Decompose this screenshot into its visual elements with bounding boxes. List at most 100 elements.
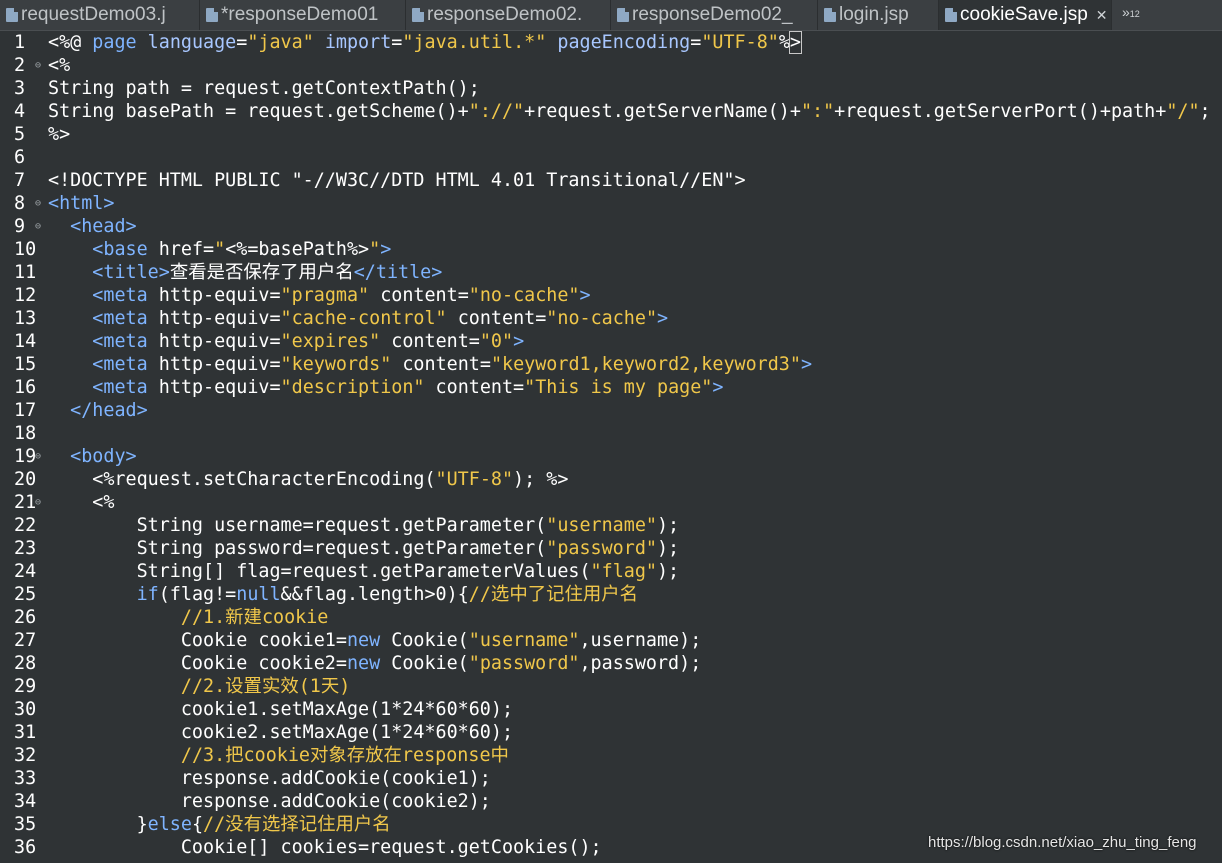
code-token: http-equiv= — [147, 377, 281, 398]
code-token: "keyword1,keyword2,keyword3" — [490, 354, 801, 375]
code-line[interactable]: 9 ⊖ <head> — [0, 215, 1222, 238]
tab-label: requestDemo03.j — [21, 4, 166, 25]
code-token: ,username); — [579, 630, 702, 651]
code-text: Cookie[] cookies=request.getCookies(); — [48, 836, 602, 859]
code-token: "password" — [468, 653, 580, 674]
code-line[interactable]: 1 <%@ page language="java" import="java.u… — [0, 31, 1222, 54]
line-number: 22 — [14, 515, 37, 536]
tab-cookiesave[interactable]: cookieSave.jsp ✕ — [939, 0, 1112, 30]
code-token: > — [513, 331, 525, 352]
line-number: 16 — [14, 377, 37, 398]
code-token: "java" — [247, 32, 314, 53]
code-line[interactable]: 5 %> — [0, 123, 1222, 146]
code-token: "cache-control" — [280, 308, 447, 329]
tab-requestdemo03[interactable]: requestDemo03.j — [0, 0, 200, 30]
code-line[interactable]: 29 //2.设置实效(1天) — [0, 675, 1222, 698]
code-line[interactable]: 31 cookie2.setMaxAge(1*24*60*60); — [0, 721, 1222, 744]
code-text: String[] flag=request.getParameterValues… — [48, 560, 680, 583]
code-token: = — [236, 32, 248, 53]
code-line[interactable]: 10 <base href="<%=basePath%>"> — [0, 238, 1222, 261]
code-token: { — [191, 814, 204, 835]
code-line[interactable]: 23 String password=request.getParameter(… — [0, 537, 1222, 560]
close-icon[interactable]: ✕ — [1096, 7, 1108, 23]
tab-responsedemo02-underscore[interactable]: responseDemo02_ — [611, 0, 818, 30]
code-text: cookie1.setMaxAge(1*24*60*60); — [48, 698, 513, 721]
code-line[interactable]: 4 String basePath = request.getScheme()+"… — [0, 100, 1222, 123]
code-line[interactable]: 21 ⊖ <% — [0, 491, 1222, 514]
code-token: "/" — [1166, 101, 1200, 122]
line-number: 25 — [14, 584, 37, 605]
code-line[interactable]: 6 — [0, 146, 1222, 169]
code-editor[interactable]: 1 <%@ page language="java" import="java.u… — [0, 31, 1222, 863]
code-token: "username" — [546, 515, 657, 536]
line-number: 1 — [14, 32, 26, 53]
code-line[interactable]: 19 ⊖ <body> — [0, 445, 1222, 468]
code-line[interactable]: 22 String username=request.getParameter(… — [0, 514, 1222, 537]
hidden-tab-count: 12 — [1129, 9, 1140, 19]
code-line[interactable]: 17 </head> — [0, 399, 1222, 422]
code-token: "This is my page" — [524, 377, 713, 398]
code-line[interactable]: 14 <meta http-equiv="expires" content="0… — [0, 330, 1222, 353]
code-token: //1.新建cookie — [180, 607, 329, 628]
fold-toggle-icon[interactable]: ⊖ — [35, 215, 41, 238]
code-line[interactable]: 30 cookie1.setMaxAge(1*24*60*60); — [0, 698, 1222, 721]
code-line[interactable]: 20 <%request.setCharacterEncoding("UTF-8… — [0, 468, 1222, 491]
code-token: Cookie cookie1= — [48, 630, 347, 651]
code-line[interactable]: 7 <!DOCTYPE HTML PUBLIC "-//W3C//DTD HTML… — [0, 169, 1222, 192]
code-text: <!DOCTYPE HTML PUBLIC "-//W3C//DTD HTML … — [48, 169, 746, 192]
line-number: 26 — [14, 607, 37, 628]
editor-tab-bar: requestDemo03.j *responseDemo01 response… — [0, 0, 1222, 31]
code-line[interactable]: 27 Cookie cookie1=new Cookie("username",… — [0, 629, 1222, 652]
code-line[interactable]: 3 String path = request.getContextPath(); — [0, 77, 1222, 100]
line-number: 3 — [14, 78, 26, 99]
tab-responsedemo01[interactable]: *responseDemo01 — [200, 0, 406, 30]
code-token: content= — [369, 285, 469, 306]
code-line[interactable]: 24 String[] flag=request.getParameterVal… — [0, 560, 1222, 583]
fold-toggle-icon[interactable]: ⊖ — [35, 491, 41, 514]
code-line[interactable]: 18 — [0, 422, 1222, 445]
code-text: Cookie cookie2=new Cookie("password",pas… — [48, 652, 701, 675]
code-line[interactable]: 12 <meta http-equiv="pragma" content="no… — [0, 284, 1222, 307]
code-line[interactable]: 16 <meta http-equiv="description" conten… — [0, 376, 1222, 399]
code-line[interactable]: 26 //1.新建cookie — [0, 606, 1222, 629]
code-token: &&flag.length>0){ — [280, 584, 469, 605]
line-number: 11 — [14, 262, 37, 283]
code-line[interactable]: 33 response.addCookie(cookie1); — [0, 767, 1222, 790]
code-line[interactable]: 25 if(flag!=null&&flag.length>0){//选中了记住… — [0, 583, 1222, 606]
tab-responsedemo02[interactable]: responseDemo02. — [406, 0, 611, 30]
tab-login[interactable]: login.jsp — [818, 0, 939, 30]
code-token: null — [236, 584, 281, 605]
code-token: " — [369, 239, 381, 260]
code-line[interactable]: 8 ⊖ <html> — [0, 192, 1222, 215]
code-line[interactable]: 13 <meta http-equiv="cache-control" cont… — [0, 307, 1222, 330]
code-line[interactable]: 15 <meta http-equiv="keywords" content="… — [0, 353, 1222, 376]
code-line[interactable]: 32 //3.把cookie对象存放在response中 — [0, 744, 1222, 767]
code-line[interactable]: 2 ⊖ <% — [0, 54, 1222, 77]
code-token: ; — [1199, 101, 1211, 122]
code-token: //选中了记住用户名 — [468, 584, 639, 605]
code-token: //2.设置实效(1天) — [180, 676, 351, 697]
code-line[interactable]: 28 Cookie cookie2=new Cookie("password",… — [0, 652, 1222, 675]
code-token: <meta — [92, 377, 148, 398]
code-text: <% — [48, 491, 114, 514]
line-number: 15 — [14, 354, 37, 375]
code-line[interactable]: 11 <title>查看是否保存了用户名</title> — [0, 261, 1222, 284]
code-token: </head> — [70, 400, 148, 421]
code-line[interactable]: 34 response.addCookie(cookie2); — [0, 790, 1222, 813]
code-token: Cookie[] cookies=request.getCookies(); — [48, 837, 602, 858]
fold-toggle-icon[interactable]: ⊖ — [35, 54, 41, 77]
code-text: String username=request.getParameter("us… — [48, 514, 680, 537]
code-token: "description" — [280, 377, 425, 398]
code-text: <base href="<%=basePath%>"> — [48, 238, 391, 261]
code-line[interactable]: 35 }else{//没有选择记住用户名 — [0, 813, 1222, 836]
code-token: <meta — [92, 308, 148, 329]
more-tabs-button[interactable]: »12 — [1122, 0, 1140, 30]
fold-toggle-icon[interactable]: ⊖ — [35, 192, 41, 215]
tab-label: responseDemo02_ — [632, 4, 793, 25]
code-token: </title> — [353, 262, 443, 283]
code-token: > — [712, 377, 724, 398]
jsp-file-icon — [206, 8, 218, 22]
fold-toggle-icon[interactable]: ⊖ — [35, 445, 41, 468]
